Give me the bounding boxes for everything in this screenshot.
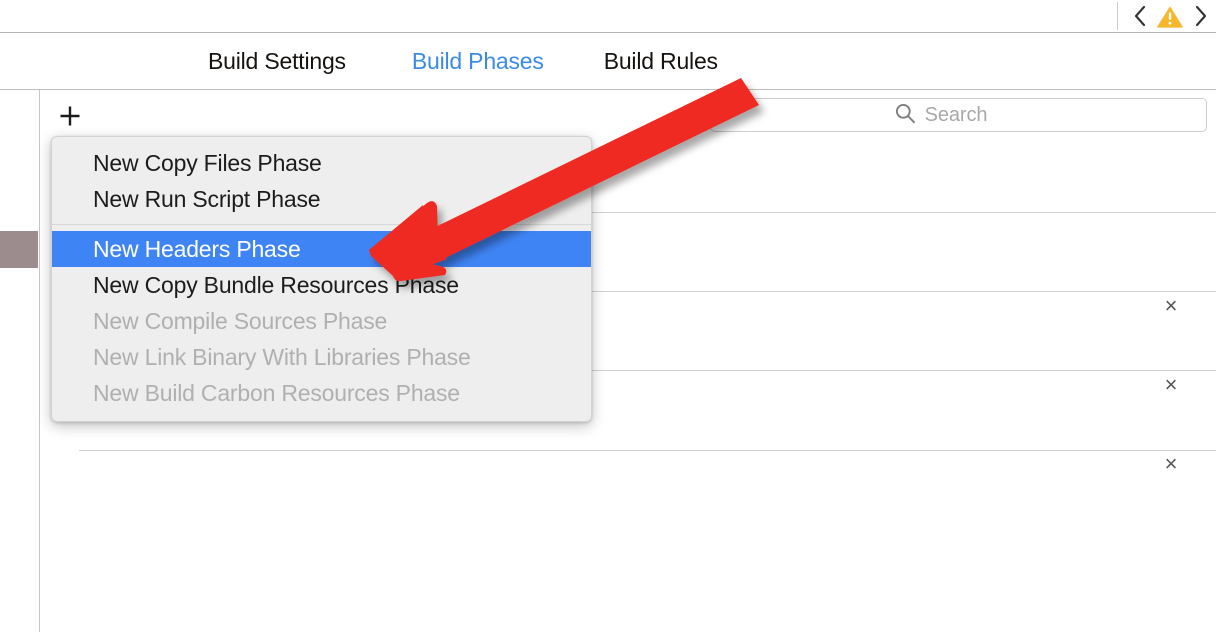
- row-divider: [79, 450, 1216, 451]
- chevron-left-icon[interactable]: [1128, 1, 1152, 31]
- tab-build-settings[interactable]: Build Settings: [208, 48, 346, 75]
- top-toolbar: [0, 0, 1216, 33]
- chevron-right-icon[interactable]: [1188, 1, 1212, 31]
- remove-phase-button[interactable]: ×: [1160, 453, 1182, 475]
- tab-build-phases[interactable]: Build Phases: [412, 48, 544, 75]
- toolbar-nav-cluster: [1117, 0, 1212, 32]
- menu-item-new-link-binary-with-libraries-phase: New Link Binary With Libraries Phase: [93, 343, 471, 370]
- left-rail: [0, 90, 40, 632]
- menu-item-new-compile-sources-phase: New Compile Sources Phase: [93, 307, 388, 334]
- menu-item-new-copy-files-phase[interactable]: New Copy Files Phase: [52, 145, 591, 181]
- search-input[interactable]: Search: [925, 104, 988, 127]
- search-inner: Search: [894, 102, 988, 129]
- search-field[interactable]: Search: [710, 98, 1207, 132]
- search-icon: [894, 102, 916, 129]
- phase-toolbar: Search: [41, 90, 1216, 142]
- remove-phase-button[interactable]: ×: [1160, 374, 1182, 396]
- warning-triangle-icon[interactable]: [1152, 1, 1188, 31]
- add-phase-menu: New Copy Files Phase New Run Script Phas…: [51, 136, 592, 422]
- menu-item-new-headers-phase[interactable]: New Headers Phase: [52, 231, 591, 267]
- rail-selection-marker: [0, 231, 38, 268]
- remove-phase-button[interactable]: ×: [1160, 295, 1182, 317]
- add-phase-button[interactable]: [55, 101, 85, 131]
- tab-list: Build Settings Build Phases Build Rules: [208, 33, 718, 89]
- toolbar-divider: [1117, 2, 1118, 30]
- tab-build-rules[interactable]: Build Rules: [604, 48, 718, 75]
- menu-item-new-run-script-phase[interactable]: New Run Script Phase: [52, 181, 591, 217]
- menu-item-new-build-carbon-resources-phase: New Build Carbon Resources Phase: [93, 379, 460, 406]
- menu-item-new-copy-bundle-resources-phase[interactable]: New Copy Bundle Resources Phase: [52, 267, 591, 303]
- menu-separator: [52, 224, 591, 225]
- editor-tab-bar: Build Settings Build Phases Build Rules: [0, 33, 1216, 90]
